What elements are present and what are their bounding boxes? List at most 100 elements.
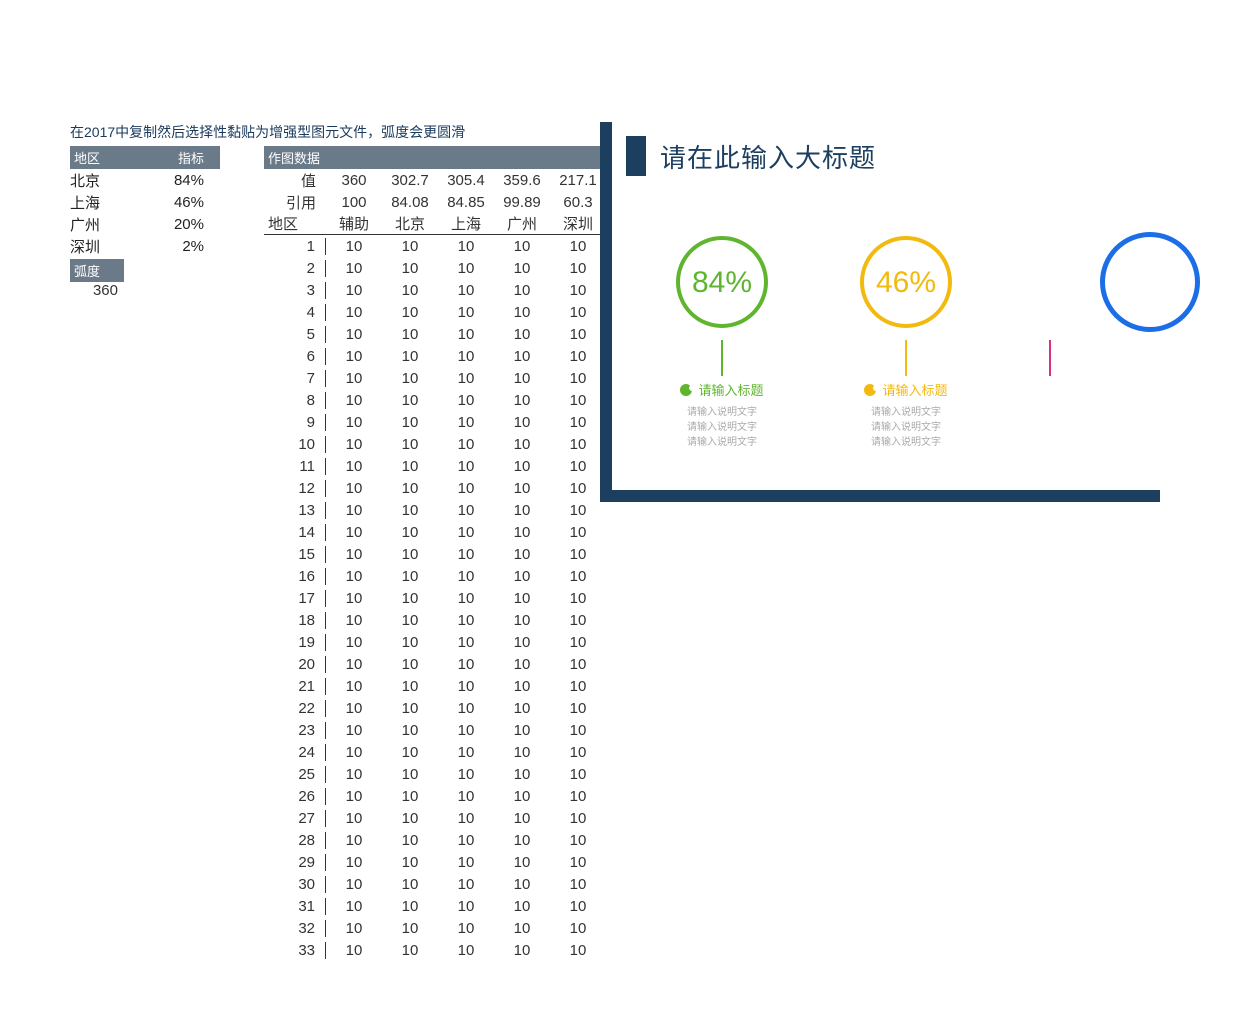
data-cell: 10 — [550, 920, 606, 937]
data-cell: 10 — [494, 810, 550, 827]
row-index: 10 — [264, 436, 326, 453]
data-cell: 10 — [382, 260, 438, 277]
divider-line-1 — [721, 340, 723, 376]
data-cell: 10 — [494, 766, 550, 783]
data-cell: 10 — [494, 700, 550, 717]
table-row: 291010101010 — [264, 851, 606, 873]
row-index: 4 — [264, 304, 326, 321]
table-header-row: 地区 指标 — [70, 146, 220, 169]
data-cell: 10 — [382, 370, 438, 387]
row-index: 17 — [264, 590, 326, 607]
data-cell: 10 — [550, 612, 606, 629]
data-cell: 10 — [438, 766, 494, 783]
data-cell: 10 — [494, 502, 550, 519]
table-row: 161010101010 — [264, 565, 606, 587]
data-cell: 10 — [438, 722, 494, 739]
ring-chart-3 — [1100, 232, 1200, 332]
data-cell: 10 — [494, 590, 550, 607]
data-cell: 10 — [438, 810, 494, 827]
data-cell: 10 — [382, 678, 438, 695]
data-cell: 10 — [550, 282, 606, 299]
data-cell: 10 — [494, 260, 550, 277]
data-cell: 10 — [382, 920, 438, 937]
data-cell: 10 — [550, 436, 606, 453]
row-index: 11 — [264, 458, 326, 475]
data-cell: 10 — [326, 304, 382, 321]
data-cell: 10 — [494, 370, 550, 387]
data-cell: 10 — [494, 854, 550, 871]
data-cell: 10 — [382, 282, 438, 299]
table-row: 引用10084.0884.8599.8960.3 — [264, 191, 606, 213]
data-cell: 10 — [326, 414, 382, 431]
table-row: 51010101010 — [264, 323, 606, 345]
data-cell: 10 — [382, 744, 438, 761]
row-index: 16 — [264, 568, 326, 585]
data-cell: 359.6 — [494, 172, 550, 189]
row-index: 23 — [264, 722, 326, 739]
row-index: 25 — [264, 766, 326, 783]
note-text: 在2017中复制然后选择性黏贴为增强型图元文件，弧度会更圆滑 — [70, 122, 606, 142]
row-index: 19 — [264, 634, 326, 651]
row-index: 22 — [264, 700, 326, 717]
table-row: 21010101010 — [264, 257, 606, 279]
data-cell: 10 — [382, 722, 438, 739]
table-row: 11010101010 — [264, 235, 606, 257]
divider-line-3 — [1049, 340, 1051, 376]
data-cell: 10 — [438, 414, 494, 431]
data-cell: 10 — [326, 678, 382, 695]
table-row: 101010101010 — [264, 433, 606, 455]
data-cell: 10 — [438, 898, 494, 915]
chart-data-table: 作图数据 值360302.7305.4359.6217.1引用10084.088… — [264, 146, 606, 961]
data-cell: 10 — [550, 480, 606, 497]
data-cell: 10 — [326, 546, 382, 563]
table-row: 81010101010 — [264, 389, 606, 411]
row-index: 7 — [264, 370, 326, 387]
data-cell: 10 — [382, 832, 438, 849]
data-cell: 10 — [494, 238, 550, 255]
data-cell: 10 — [438, 260, 494, 277]
data-cell: 10 — [494, 414, 550, 431]
divider-line-2 — [905, 340, 907, 376]
data-cell: 北京 — [382, 213, 438, 234]
data-cell: 10 — [438, 832, 494, 849]
data-cell: 10 — [326, 920, 382, 937]
data-cell: 10 — [326, 282, 382, 299]
chart-panel: 请在此输入大标题 84% 请输入标题 请输入说明文字 请输入说明文字 请输入说明… — [600, 122, 1160, 502]
data-cell: 10 — [494, 546, 550, 563]
metric-cell: 2% — [124, 238, 214, 255]
bullet-icon-1 — [680, 384, 692, 396]
title-accent-block — [626, 136, 646, 176]
row-index: 5 — [264, 326, 326, 343]
table-row: 261010101010 — [264, 785, 606, 807]
chart-data-header: 作图数据 — [264, 146, 606, 169]
data-cell: 10 — [326, 898, 382, 915]
table-row: 41010101010 — [264, 301, 606, 323]
data-cell: 10 — [382, 656, 438, 673]
row-index: 29 — [264, 854, 326, 871]
table-row: 71010101010 — [264, 367, 606, 389]
ring-pct-1: 84% — [692, 266, 752, 299]
row-index: 6 — [264, 348, 326, 365]
data-cell: 10 — [326, 810, 382, 827]
data-cell: 302.7 — [382, 172, 438, 189]
table-row: 211010101010 — [264, 675, 606, 697]
data-cell: 10 — [382, 480, 438, 497]
row-index: 30 — [264, 876, 326, 893]
row-index: 32 — [264, 920, 326, 937]
data-cell: 10 — [382, 788, 438, 805]
data-cell: 10 — [438, 348, 494, 365]
data-cell: 10 — [494, 282, 550, 299]
data-cell: 10 — [382, 942, 438, 959]
data-cell: 10 — [494, 458, 550, 475]
data-cell: 10 — [382, 810, 438, 827]
data-cell: 10 — [494, 392, 550, 409]
data-cell: 10 — [326, 656, 382, 673]
ring-chart-1: 84% — [672, 232, 772, 332]
data-cell: 10 — [382, 304, 438, 321]
data-cell: 99.89 — [494, 194, 550, 211]
data-cell: 10 — [550, 260, 606, 277]
data-cell: 辅助 — [326, 213, 382, 234]
data-cell: 10 — [550, 832, 606, 849]
data-cell: 10 — [382, 436, 438, 453]
data-cell: 10 — [550, 898, 606, 915]
